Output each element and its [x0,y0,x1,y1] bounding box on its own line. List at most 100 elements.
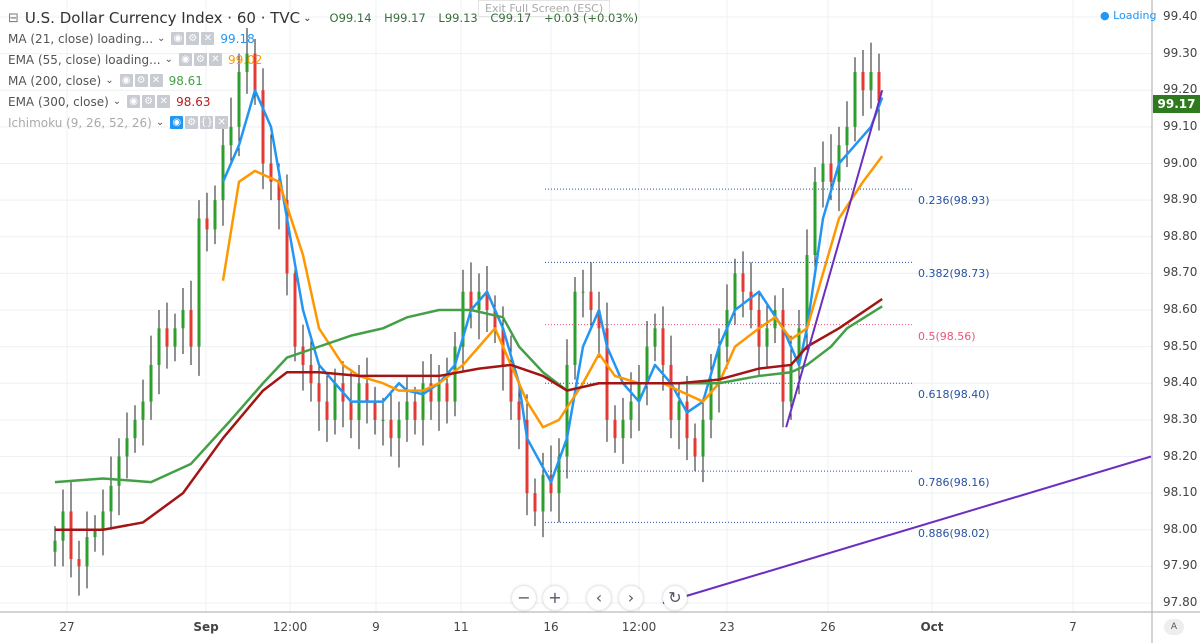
candle-body [621,419,625,439]
time-label: 11 [453,620,469,634]
close-icon[interactable]: ✕ [201,32,215,45]
indicator-row[interactable]: MA (200, close) ⌄ ◉ ⚙ ✕ 98.61 [8,70,647,91]
candle-body [173,328,177,347]
candle-body [573,291,577,365]
indicator-row[interactable]: EMA (300, close) ⌄ ◉ ⚙ ✕ 98.63 [8,91,647,112]
price-label: 99.10 [1163,118,1198,133]
candle-body [709,383,713,420]
ohlc-values: O99.14 H99.17 L99.13 C99.17 +0.03 (+0.03… [330,11,648,25]
candle-body [445,383,449,402]
candle-body [301,346,305,365]
auto-scale-button[interactable]: A [1164,619,1184,635]
settings-icon[interactable]: ⚙ [186,32,200,45]
candle-body [141,401,145,420]
chevron-down-icon[interactable]: ⌄ [105,75,113,86]
candle-body [853,71,857,127]
candle-body [213,200,217,230]
candle-body [405,401,409,420]
close-icon[interactable]: ✕ [157,95,171,108]
candle-body [669,364,673,420]
loading-indicator: ● Loading [1100,9,1157,22]
indicator-row[interactable]: EMA (55, close) loading... ⌄ ◉ ⚙ ✕ 99.02 [8,49,647,70]
candle-body [85,537,89,567]
visibility-icon[interactable]: ◉ [171,32,185,45]
candle-body [181,310,185,329]
chevron-down-icon[interactable]: ⌄ [113,96,121,107]
zoom-in-button[interactable]: + [543,586,567,610]
visibility-icon[interactable]: ◉ [119,74,133,87]
reset-chart-button[interactable]: ↻ [663,586,687,610]
indicator-row[interactable]: Ichimoku (9, 26, 52, 26) ⌄ ◉ ⚙{} ✕ [8,112,647,133]
candle-body [165,328,169,347]
scroll-back-button[interactable]: ‹ [587,586,611,610]
visibility-icon[interactable]: ◉ [127,95,141,108]
fib-level-label: 0.236(98.93) [918,194,990,208]
candle-body [309,364,313,384]
candle-body [869,71,873,91]
settings-icon[interactable]: ⚙ [185,116,199,129]
indicator-label[interactable]: EMA (300, close) [8,95,109,109]
open-value: O99.14 [329,11,372,25]
candle-body [749,291,753,310]
candle-body [205,218,209,230]
candle-body [653,328,657,347]
settings-icon[interactable]: ⚙ [142,95,156,108]
candle-body [109,485,113,512]
chevron-down-icon[interactable]: ⌄ [157,33,165,44]
chevron-down-icon[interactable]: ⌄ [303,13,311,24]
indicator-label[interactable]: MA (21, close) loading... [8,32,153,46]
time-label: 9 [372,620,380,634]
candle-body [629,401,633,420]
candle-body [101,511,105,530]
candle-body [325,401,329,420]
candle-body [53,540,57,552]
settings-icon[interactable]: ⚙ [134,74,148,87]
indicator-label[interactable]: EMA (55, close) loading... [8,53,161,67]
close-icon[interactable]: ✕ [215,116,229,129]
price-label: 98.00 [1163,521,1198,536]
symbol-row: ⊟ U.S. Dollar Currency Index · 60 · TVC … [8,8,647,28]
indicator-value: 99.02 [227,52,263,67]
indicator-label[interactable]: Ichimoku (9, 26, 52, 26) [8,116,152,130]
collapse-icon[interactable]: ⊟ [8,11,19,26]
fib-level-label: 0.618(98.40) [918,388,990,402]
source-code-icon[interactable]: {} [200,116,214,129]
candle-body [437,383,441,402]
candle-body [829,163,833,182]
candle-body [413,401,417,420]
settings-icon[interactable]: ⚙ [193,53,207,66]
price-label: 99.00 [1163,155,1198,170]
candle-body [61,511,65,541]
candle-body [349,401,353,420]
time-label: 7 [1069,620,1077,634]
scroll-forward-button[interactable]: › [619,586,643,610]
candle-body [221,145,225,201]
price-label: 98.50 [1163,338,1198,353]
symbol-title[interactable]: U.S. Dollar Currency Index · 60 · TVC [25,9,300,27]
candle-body [861,71,865,91]
candle-body [517,401,521,420]
close-icon[interactable]: ✕ [208,53,222,66]
indicator-row[interactable]: MA (21, close) loading... ⌄ ◉ ⚙ ✕ 99.18 [8,28,647,49]
visibility-icon[interactable]: ◉ [170,116,184,129]
price-label: 98.10 [1163,485,1198,500]
candle-body [117,456,121,486]
visibility-icon[interactable]: ◉ [178,53,192,66]
close-icon[interactable]: ✕ [149,74,163,87]
fib-level-label: 0.786(98.16) [918,476,990,490]
price-label: 99.30 [1163,45,1198,60]
chevron-down-icon[interactable]: ⌄ [165,54,173,65]
high-value: H99.17 [384,11,426,25]
candle-body [613,419,617,439]
time-label: 12:00 [621,620,657,634]
candle-body [677,401,681,420]
candle-body [365,383,369,402]
candle-body [69,511,73,560]
chevron-down-icon[interactable]: ⌄ [156,117,164,128]
candle-body [381,419,385,421]
candle-body [781,310,785,402]
price-label: 98.90 [1163,192,1198,207]
zoom-out-button[interactable]: − [512,586,536,610]
indicator-label[interactable]: MA (200, close) [8,74,101,88]
price-label: 98.60 [1163,302,1198,316]
